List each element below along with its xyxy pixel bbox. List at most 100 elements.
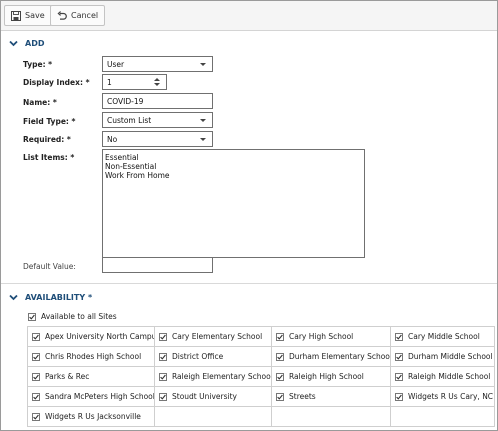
sites-table: Apex University North Campus Cary Element… bbox=[27, 326, 495, 427]
site-label: Chris Rhodes High School bbox=[45, 352, 142, 361]
check-icon bbox=[396, 334, 402, 340]
site-cell bbox=[390, 406, 495, 427]
site-cell: Raleigh Middle School bbox=[390, 366, 495, 387]
site-cell: Chris Rhodes High School bbox=[27, 346, 155, 367]
site-label: Apex University North Campus bbox=[45, 332, 155, 341]
site-label: Parks & Rec bbox=[45, 372, 90, 381]
site-checkbox[interactable] bbox=[395, 392, 403, 401]
site-label: District Office bbox=[172, 352, 224, 361]
site-checkbox[interactable] bbox=[32, 352, 40, 361]
chevron-down-icon bbox=[200, 138, 206, 141]
spinner-arrows-icon[interactable] bbox=[154, 77, 160, 87]
site-option[interactable]: Parks & Rec bbox=[32, 372, 150, 381]
required-value: No bbox=[107, 134, 118, 144]
chevron-down-icon bbox=[200, 119, 206, 122]
site-option[interactable]: Cary High School bbox=[276, 332, 386, 341]
site-option[interactable]: Raleigh Elementary School bbox=[159, 372, 271, 381]
chevron-down-icon bbox=[200, 63, 206, 66]
site-label: Raleigh Elementary School bbox=[172, 372, 272, 381]
site-cell bbox=[271, 406, 391, 427]
check-icon bbox=[277, 334, 283, 340]
site-option[interactable]: Streets bbox=[276, 392, 386, 401]
site-option[interactable]: Widgets R Us Jacksonville bbox=[32, 412, 150, 421]
name-input[interactable]: COVID-19 bbox=[102, 93, 213, 109]
name-label: Name: * bbox=[23, 98, 57, 107]
site-checkbox[interactable] bbox=[276, 352, 284, 361]
check-icon bbox=[160, 334, 166, 340]
site-cell: Durham Elementary School bbox=[271, 346, 391, 367]
undo-arrow-icon bbox=[57, 10, 67, 21]
sites-row: Chris Rhodes High School District Office D… bbox=[27, 346, 495, 367]
site-checkbox[interactable] bbox=[395, 352, 403, 361]
site-option[interactable]: Chris Rhodes High School bbox=[32, 352, 150, 361]
default-value-label: Default Value: bbox=[23, 262, 76, 271]
type-label: Type: * bbox=[23, 60, 53, 69]
type-select[interactable]: User bbox=[102, 56, 213, 72]
section-divider bbox=[1, 283, 497, 284]
field-type-select[interactable]: Custom List bbox=[102, 112, 213, 128]
site-option[interactable]: Sandra McPeters High School bbox=[32, 392, 154, 401]
site-cell: Stoudt University bbox=[154, 386, 272, 407]
save-button[interactable]: Save bbox=[4, 5, 52, 26]
list-item-line: Work From Home bbox=[105, 171, 170, 180]
default-value-input[interactable] bbox=[102, 257, 213, 273]
check-icon bbox=[160, 354, 166, 360]
site-checkbox[interactable] bbox=[276, 372, 284, 381]
chevron-down-icon bbox=[9, 40, 18, 47]
site-label: Sandra McPeters High School bbox=[45, 392, 155, 401]
site-cell: District Office bbox=[154, 346, 272, 367]
site-option[interactable]: Raleigh High School bbox=[276, 372, 386, 381]
site-cell: Cary Elementary School bbox=[154, 326, 272, 347]
site-checkbox[interactable] bbox=[32, 372, 40, 381]
form-window: Save Cancel ADD Type: * User Display Ind… bbox=[0, 0, 498, 431]
site-checkbox[interactable] bbox=[32, 392, 40, 401]
site-label: Durham Elementary School bbox=[289, 352, 391, 361]
site-label: Widgets R Us Jacksonville bbox=[45, 412, 141, 421]
all-sites-checkbox[interactable] bbox=[28, 312, 36, 321]
check-icon bbox=[396, 354, 402, 360]
site-checkbox[interactable] bbox=[159, 332, 167, 341]
site-checkbox[interactable] bbox=[276, 392, 284, 401]
site-checkbox[interactable] bbox=[395, 332, 403, 341]
sites-row: Parks & Rec Raleigh Elementary School Rale… bbox=[27, 366, 495, 387]
site-checkbox[interactable] bbox=[32, 332, 40, 341]
required-label: Required: * bbox=[23, 135, 71, 144]
site-option[interactable]: Cary Elementary School bbox=[159, 332, 267, 341]
site-option[interactable]: Durham Elementary School bbox=[276, 352, 390, 361]
sites-row: Widgets R Us Jacksonville bbox=[27, 406, 495, 427]
site-option[interactable]: Raleigh Middle School bbox=[395, 372, 490, 381]
site-option[interactable]: Widgets R Us Cary, NC bbox=[395, 392, 493, 401]
required-select[interactable]: No bbox=[102, 131, 213, 147]
name-input-value: COVID-19 bbox=[107, 96, 144, 106]
site-checkbox[interactable] bbox=[395, 372, 403, 381]
list-items-textarea[interactable]: Essential Non-Essential Work From Home bbox=[102, 149, 365, 258]
site-option[interactable]: Apex University North Campus bbox=[32, 332, 154, 341]
check-icon bbox=[33, 334, 39, 340]
availability-section-header[interactable]: AVAILABILITY * bbox=[9, 293, 92, 302]
site-cell: Parks & Rec bbox=[27, 366, 155, 387]
list-items-label: List Items: * bbox=[23, 153, 75, 162]
cancel-button[interactable]: Cancel bbox=[50, 5, 106, 26]
site-option[interactable]: Stoudt University bbox=[159, 392, 267, 401]
site-option[interactable]: Durham Middle School bbox=[395, 352, 493, 361]
site-checkbox[interactable] bbox=[159, 352, 167, 361]
site-checkbox[interactable] bbox=[159, 372, 167, 381]
check-icon bbox=[33, 414, 39, 420]
floppy-disk-icon bbox=[11, 10, 21, 21]
display-index-label: Display Index: * bbox=[23, 78, 90, 87]
cancel-button-label: Cancel bbox=[71, 11, 99, 20]
save-button-label: Save bbox=[25, 11, 45, 20]
site-option[interactable]: District Office bbox=[159, 352, 267, 361]
sites-row: Sandra McPeters High School Stoudt Univer… bbox=[27, 386, 495, 407]
all-sites-label: Available to all Sites bbox=[41, 312, 117, 321]
site-checkbox[interactable] bbox=[159, 392, 167, 401]
display-index-stepper[interactable]: 1 bbox=[102, 74, 167, 90]
check-icon bbox=[277, 354, 283, 360]
site-checkbox[interactable] bbox=[32, 412, 40, 421]
site-label: Raleigh Middle School bbox=[408, 372, 491, 381]
site-label: Raleigh High School bbox=[289, 372, 364, 381]
site-option[interactable]: Cary Middle School bbox=[395, 332, 490, 341]
add-section-header[interactable]: ADD bbox=[9, 39, 44, 48]
all-sites-option[interactable]: Available to all Sites bbox=[28, 312, 117, 321]
site-checkbox[interactable] bbox=[276, 332, 284, 341]
